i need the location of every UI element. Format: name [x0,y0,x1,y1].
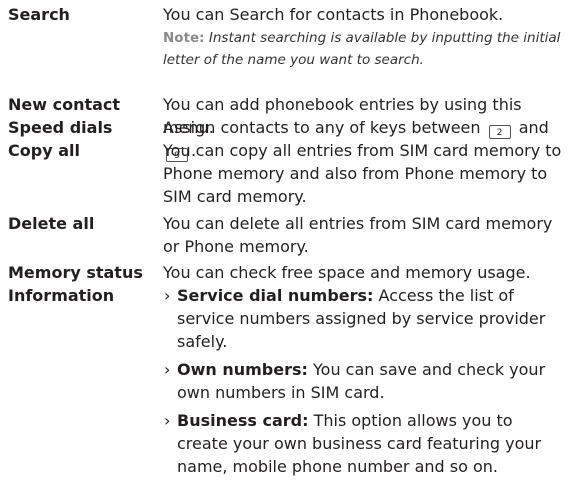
term-copy-all: Copy all [8,141,80,160]
bullet-arrow-icon: › [164,286,171,305]
speed-dials-text-middle: and [518,118,549,137]
term-search: Search [8,5,70,24]
definition-search-text: You can Search for contacts in Phonebook… [163,5,504,24]
search-note: Note: Instant searching is available by … [163,27,568,71]
term-information: Information [8,286,115,305]
definition-delete-all: You can delete all entries from SIM card… [163,214,553,256]
term-memory-status: Memory status [8,263,143,282]
bullet-arrow-icon: › [164,360,171,379]
term-speed-dials: Speed dials [8,118,113,137]
definition-memory-status: You can check free space and memory usag… [163,263,531,282]
note-label: Note: [163,30,205,46]
definition-search: You can Search for contacts in Phonebook… [163,3,568,71]
note-text: Instant searching is available by inputt… [163,30,561,68]
term-delete-all: Delete all [8,214,95,233]
bullet-arrow-icon: › [164,411,171,430]
definition-copy-all: You can copy all entries from SIM card m… [163,141,562,206]
term-new-contact: New contact [8,95,121,114]
speed-dials-text-before: Assign contacts to any of keys between [163,118,481,137]
list-item: › Own numbers: You can save and check yo… [163,358,568,404]
key-2-icon: 2 [488,125,511,139]
list-item: › Service dial numbers: Access the list … [163,284,568,353]
phonebook-menu-page: Search You can Search for contacts in Ph… [0,0,571,476]
information-list: › Service dial numbers: Access the list … [163,284,568,483]
item-title-business-card: Business card: [177,411,309,430]
item-title-service-dial-numbers: Service dial numbers: [177,286,374,305]
item-title-own-numbers: Own numbers: [177,360,308,379]
